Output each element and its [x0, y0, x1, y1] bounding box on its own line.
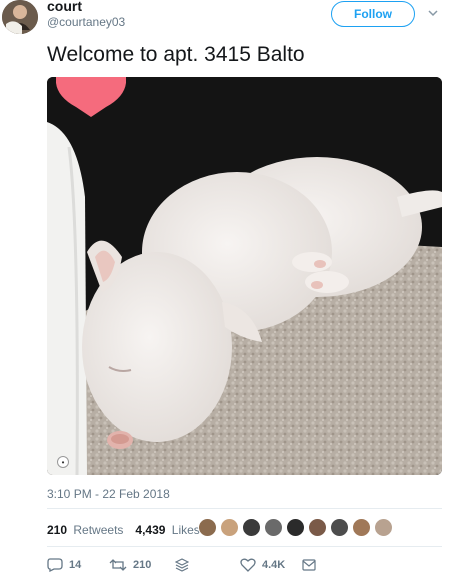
liker-avatar[interactable]: [330, 518, 349, 537]
liker-avatar[interactable]: [352, 518, 371, 537]
media-badge-icon: •: [57, 456, 69, 468]
tweet-actions: 14 210 4.4K: [47, 556, 442, 576]
reply-button[interactable]: 14: [47, 556, 81, 574]
divider: [47, 546, 442, 547]
tweet-timestamp[interactable]: 3:10 PM - 22 Feb 2018: [47, 487, 170, 501]
retweet-button[interactable]: 210: [109, 556, 151, 574]
like-button[interactable]: 4.4K: [240, 556, 285, 574]
heart-icon: [240, 558, 256, 572]
liker-avatar[interactable]: [308, 518, 327, 537]
stack-icon: [175, 558, 189, 572]
stack-button[interactable]: [175, 556, 195, 574]
reply-icon: [47, 558, 63, 572]
retweets-label: Retweets: [73, 523, 124, 537]
liker-avatar[interactable]: [374, 518, 393, 537]
liker-avatar[interactable]: [242, 518, 261, 537]
liker-avatar[interactable]: [264, 518, 283, 537]
message-icon: [302, 559, 316, 571]
tweet-header: court @courtaney03 Follow: [0, 0, 458, 42]
retweets-stat[interactable]: 210 Retweets: [47, 523, 123, 537]
retweets-count: 210: [47, 523, 68, 537]
like-count: 4.4K: [262, 559, 286, 571]
liker-avatar[interactable]: [220, 518, 239, 537]
likes-label: Likes: [171, 523, 200, 537]
retweet-icon: [109, 559, 127, 571]
avatar[interactable]: [2, 0, 38, 34]
liker-avatar[interactable]: [286, 518, 305, 537]
user-name[interactable]: court: [47, 0, 82, 14]
reply-count: 14: [69, 559, 82, 571]
liker-avatar[interactable]: [198, 518, 217, 537]
retweet-count: 210: [133, 559, 152, 571]
tweet-text: Welcome to apt. 3415 Balto: [47, 43, 305, 66]
user-handle[interactable]: @courtaney03: [47, 15, 125, 29]
tweet-stats: 210 Retweets 4,439 Likes: [47, 519, 212, 541]
follow-button[interactable]: Follow: [331, 1, 415, 27]
likes-count: 4,439: [135, 523, 166, 537]
divider: [47, 508, 442, 509]
tweet-photo[interactable]: [47, 77, 442, 475]
likes-stat[interactable]: 4,439 Likes: [135, 523, 199, 537]
direct-message-button[interactable]: [302, 556, 322, 574]
liker-avatars: [198, 518, 396, 540]
chevron-down-icon[interactable]: [424, 4, 442, 22]
heart-sticker-icon: [55, 77, 127, 117]
